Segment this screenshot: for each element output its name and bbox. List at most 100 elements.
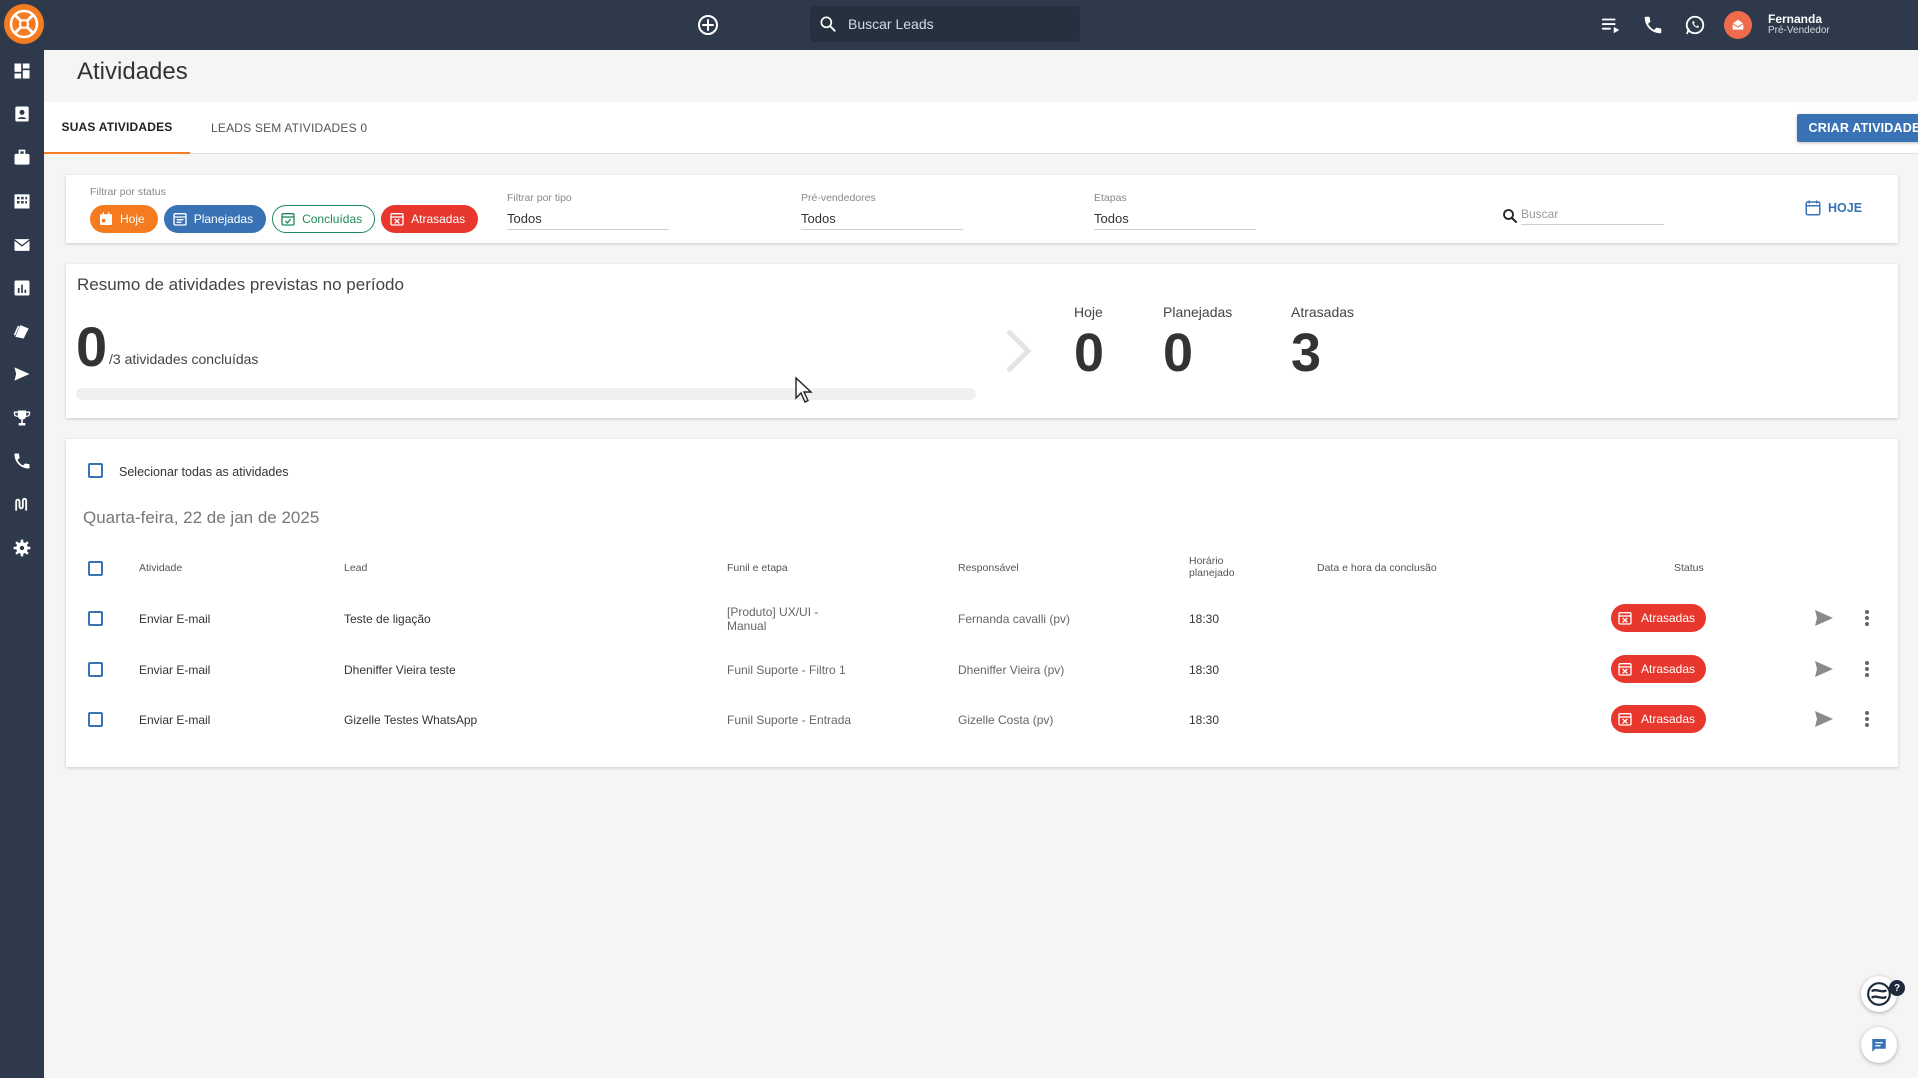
- mouse-cursor-icon: [795, 376, 813, 403]
- today-button-label: HOJE: [1828, 201, 1863, 215]
- more-vert-icon[interactable]: [1859, 606, 1875, 630]
- chip-today[interactable]: Hoje: [90, 205, 158, 233]
- chat-button[interactable]: [1861, 1027, 1897, 1063]
- stat-today-label: Hoje: [1074, 304, 1103, 320]
- col-funnel[interactable]: Funil e etapa: [727, 562, 788, 574]
- row-lead[interactable]: Dheniffer Vieira teste: [344, 663, 456, 677]
- send-icon[interactable]: [1812, 657, 1836, 681]
- chip-overdue[interactable]: Atrasadas: [381, 205, 479, 233]
- row-owner: Gizelle Costa (pv): [958, 713, 1054, 727]
- status-badge: Atrasadas: [1611, 604, 1706, 632]
- table-row[interactable]: Enviar E-mail Teste de ligação [Produto]…: [66, 593, 1898, 643]
- row-activity: Enviar E-mail: [139, 612, 211, 626]
- status-badge-label: Atrasadas: [1641, 611, 1696, 625]
- activities-card: Selecionar todas as atividades Quarta-fe…: [66, 439, 1898, 767]
- select-all-checkbox[interactable]: [88, 463, 103, 478]
- contacts-icon[interactable]: [11, 103, 33, 125]
- col-status[interactable]: Status: [1674, 562, 1704, 574]
- sidebar: [0, 50, 44, 1078]
- status-filter-label: Filtrar por status: [90, 186, 166, 198]
- playlist-icon[interactable]: [1598, 12, 1624, 38]
- chip-planned[interactable]: Planejadas: [163, 205, 267, 233]
- row-funnel: Funil Suporte - Filtro 1: [727, 663, 846, 677]
- type-filter[interactable]: Filtrar por tipo Todos: [507, 192, 669, 230]
- trophy-icon[interactable]: [11, 407, 33, 429]
- chip-planned-label: Planejadas: [193, 212, 254, 226]
- send-icon[interactable]: [11, 363, 33, 385]
- presales-filter[interactable]: Pré-vendedores Todos: [801, 192, 963, 230]
- playbook-icon[interactable]: [11, 320, 33, 342]
- stat-planned: Planejadas 0: [1163, 304, 1232, 384]
- logo-icon: [9, 9, 39, 39]
- activity-search[interactable]: [1501, 207, 1664, 225]
- status-badge: Atrasadas: [1611, 705, 1706, 733]
- stages-filter[interactable]: Etapas Todos: [1094, 192, 1256, 230]
- stat-overdue-value: 3: [1291, 323, 1322, 383]
- mail-icon[interactable]: [11, 234, 33, 256]
- row-checkbox[interactable]: [88, 611, 103, 626]
- search-icon: [1503, 209, 1517, 223]
- phone-icon[interactable]: [1640, 12, 1666, 38]
- completion-progress: [76, 388, 976, 400]
- more-vert-icon[interactable]: [1859, 707, 1875, 731]
- row-checkbox[interactable]: [88, 712, 103, 727]
- add-circle-icon[interactable]: [696, 13, 720, 37]
- presales-filter-value[interactable]: Todos: [801, 211, 963, 230]
- row-checkbox[interactable]: [88, 662, 103, 677]
- user-info[interactable]: Fernanda Pré-Vendedor: [1768, 13, 1918, 36]
- dashboard-icon[interactable]: [11, 60, 33, 82]
- tab-your-activities[interactable]: SUAS ATIVIDADES: [44, 102, 190, 154]
- table-row[interactable]: Enviar E-mail Gizelle Testes WhatsApp Fu…: [66, 694, 1898, 744]
- calendar-today-icon: [100, 212, 112, 225]
- col-completion-date[interactable]: Data e hora da conclusão: [1317, 562, 1437, 574]
- col-planned-time[interactable]: Horário planejado: [1189, 555, 1245, 579]
- briefcase-icon[interactable]: [11, 147, 33, 169]
- stat-planned-value: 0: [1163, 323, 1194, 383]
- col-lead[interactable]: Lead: [344, 562, 367, 574]
- select-all-label: Selecionar todas as atividades: [119, 465, 289, 479]
- status-chips: Hoje Planejadas Concluídas Atrasadas: [90, 205, 484, 233]
- chip-overdue-label: Atrasadas: [411, 212, 466, 226]
- row-lead[interactable]: Teste de ligação: [344, 612, 431, 626]
- lead-search[interactable]: [810, 6, 1080, 42]
- help-badge-icon[interactable]: ?: [1889, 980, 1905, 996]
- activity-search-input[interactable]: [1521, 207, 1664, 225]
- report-icon[interactable]: [11, 277, 33, 299]
- header-checkbox[interactable]: [88, 561, 103, 576]
- presales-filter-label: Pré-vendedores: [801, 192, 876, 204]
- app-logo[interactable]: [4, 4, 44, 44]
- company-icon[interactable]: [11, 190, 33, 212]
- stages-filter-value[interactable]: Todos: [1094, 211, 1256, 230]
- send-icon[interactable]: [1812, 707, 1836, 731]
- call-icon[interactable]: [11, 450, 33, 472]
- date-heading: Quarta-feira, 22 de jan de 2025: [83, 508, 320, 527]
- today-button[interactable]: HOJE: [1804, 199, 1862, 217]
- lead-search-input[interactable]: [848, 16, 1068, 32]
- col-activity[interactable]: Atividade: [139, 562, 182, 574]
- completed-label: /3 atividades concluídas: [109, 351, 259, 367]
- whatsapp-icon[interactable]: [1682, 12, 1708, 38]
- help-widget-icon: [1867, 982, 1891, 1006]
- row-owner: Dheniffer Vieira (pv): [958, 663, 1065, 677]
- send-icon[interactable]: [1812, 606, 1836, 630]
- more-vert-icon[interactable]: [1859, 657, 1875, 681]
- calendar-x-icon: [1618, 713, 1632, 726]
- status-badge-label: Atrasadas: [1641, 712, 1696, 726]
- table-row[interactable]: Enviar E-mail Dheniffer Vieira teste Fun…: [66, 644, 1898, 694]
- row-lead[interactable]: Gizelle Testes WhatsApp: [344, 713, 477, 727]
- user-avatar[interactable]: [1724, 11, 1752, 39]
- stages-filter-label: Etapas: [1094, 192, 1127, 204]
- row-time: 18:30: [1189, 713, 1220, 727]
- calendar-x-icon: [390, 213, 404, 226]
- type-filter-value[interactable]: Todos: [507, 211, 669, 230]
- mail-open-icon: [1732, 19, 1744, 30]
- route-icon[interactable]: [11, 493, 33, 515]
- stat-overdue-label: Atrasadas: [1291, 304, 1355, 320]
- col-owner[interactable]: Responsável: [958, 562, 1019, 574]
- gear-icon[interactable]: [11, 537, 33, 559]
- type-filter-label: Filtrar por tipo: [507, 192, 572, 204]
- row-funnel: [Produto] UX/UI - Manual: [727, 605, 819, 634]
- create-activity-button[interactable]: CRIAR ATIVIDADE: [1797, 114, 1918, 142]
- chip-completed[interactable]: Concluídas: [272, 205, 376, 233]
- tab-leads-without-activities[interactable]: LEADS SEM ATIVIDADES 0: [211, 102, 367, 154]
